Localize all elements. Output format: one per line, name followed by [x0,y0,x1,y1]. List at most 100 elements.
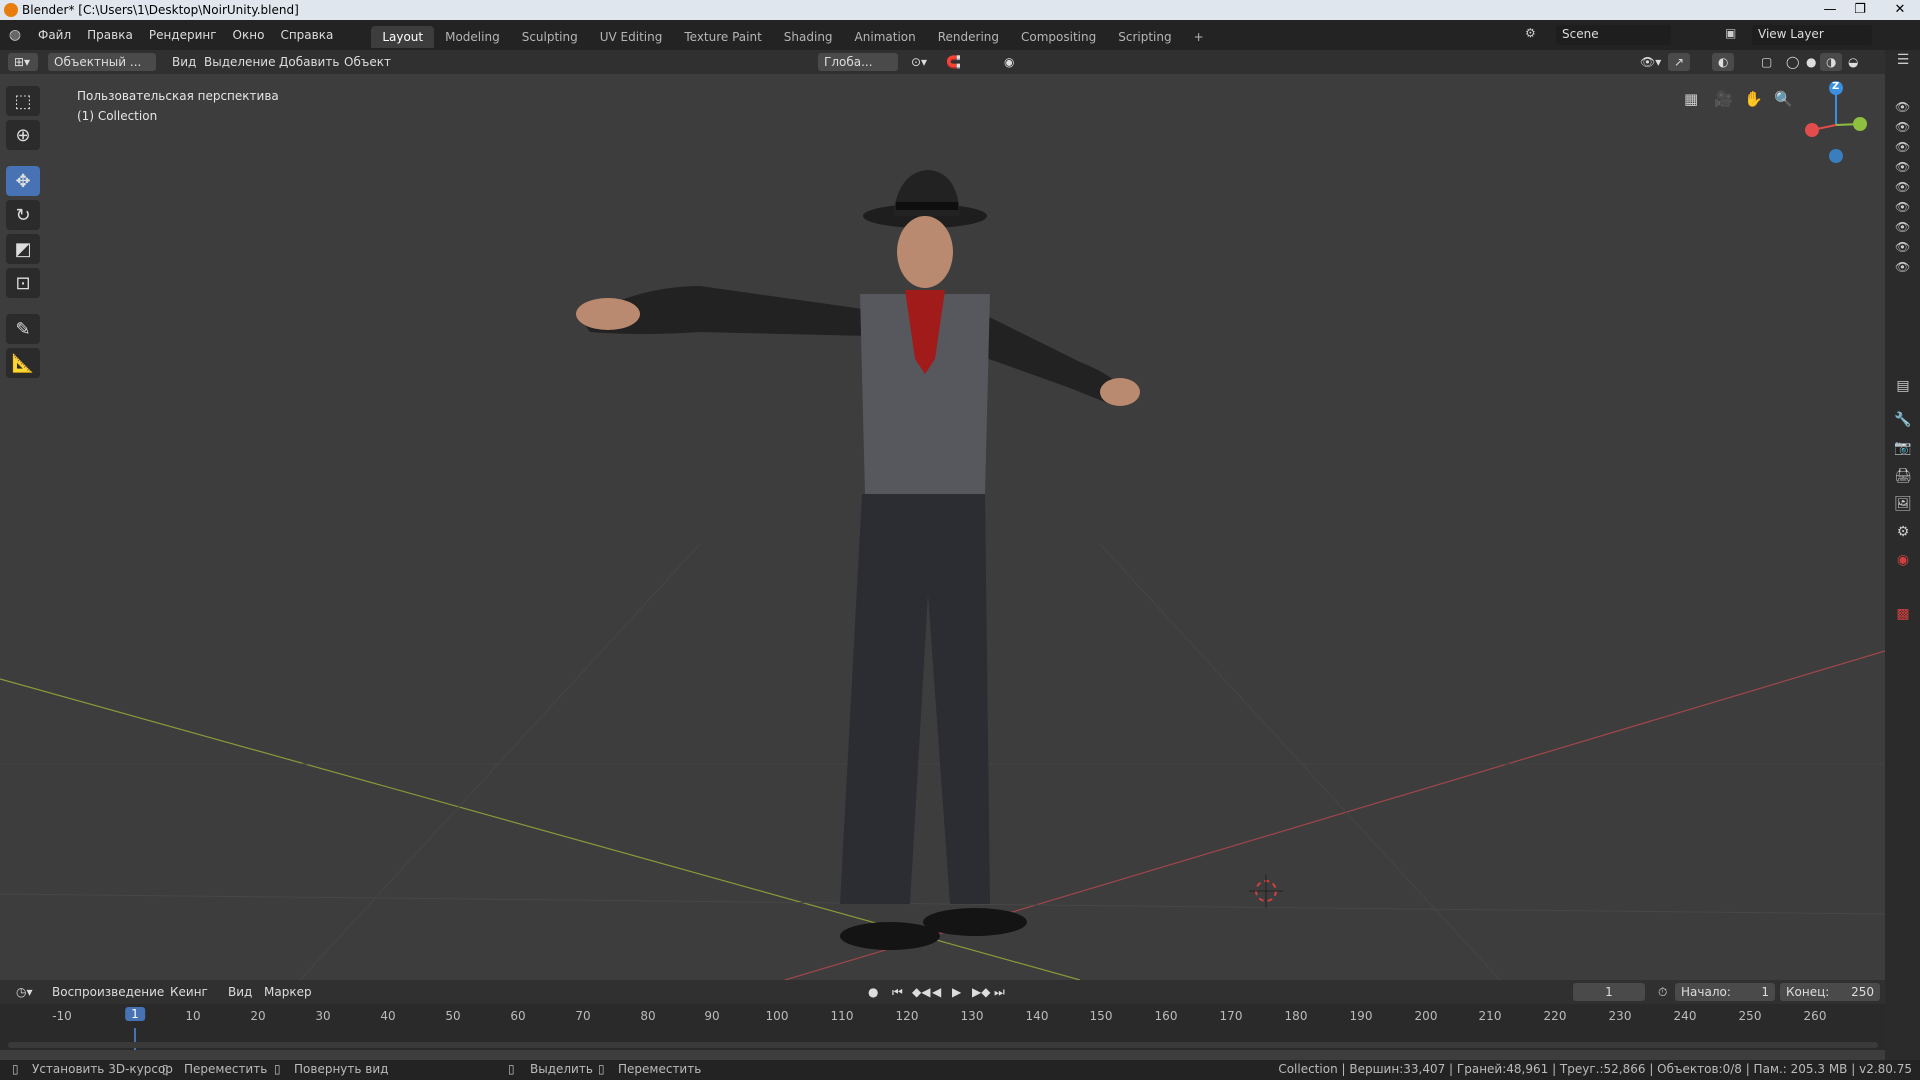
tab-scripting[interactable]: Scripting [1107,26,1182,48]
current-frame-field[interactable]: 1 [1573,983,1645,1001]
3d-viewport[interactable]: Z ▦ 🎥 ✋ 🔍 [0,74,1885,980]
annotate-tool-icon[interactable]: ✎ [6,314,40,344]
frame-tick: 130 [960,1009,984,1023]
mode-selector[interactable]: Объектный ... [48,53,156,71]
current-frame-indicator[interactable]: 1 [125,1007,145,1021]
tab-uv-editing[interactable]: UV Editing [589,26,674,48]
frame-tick: 50 [445,1009,461,1023]
menu-file[interactable]: Файл [30,28,79,42]
visibility-eye-icon[interactable]: 👁 [1895,200,1910,214]
frame-tick: 70 [575,1009,591,1023]
menu-playback[interactable]: Воспроизведение [46,983,170,1001]
scene-properties-icon[interactable]: ⚙ [1893,524,1913,544]
menu-timeline-view[interactable]: Вид [222,983,258,1001]
tool-settings-icon[interactable]: 🔧 [1893,412,1913,432]
material-shading-icon[interactable]: ◑ [1820,53,1843,71]
scene-selector[interactable]: Scene [1556,25,1671,45]
gizmo-toggle-icon[interactable]: ↗ [1668,53,1691,71]
measure-tool-icon[interactable]: 📐 [6,348,40,378]
zoom-view-icon[interactable]: 🔍 [1774,90,1793,108]
pivot-icon[interactable]: ⊙▾ [905,53,933,71]
start-value: 1 [1761,985,1769,999]
blender-menu-icon[interactable]: ◍ [0,27,30,43]
visibility-eye-icon[interactable]: 👁 [1895,160,1910,174]
close-button[interactable]: ✕ [1880,0,1920,20]
transform-tool-icon[interactable]: ⊡ [6,268,40,298]
visibility-eye-icon[interactable]: 👁 [1895,140,1910,154]
overlays-toggle-icon[interactable]: ◐ [1712,53,1735,71]
snap-icon[interactable]: 🧲 [940,53,967,71]
visibility-eye-icon[interactable]: 👁 [1895,120,1910,134]
visibility-eye-icon[interactable]: 👁 [1895,180,1910,194]
editor-type-button[interactable]: ⊞▾ [8,53,38,71]
menu-add[interactable]: Добавить [273,53,345,71]
menu-keying[interactable]: Кеинг [164,983,214,1001]
menu-view[interactable]: Вид [166,53,202,71]
tab-shading[interactable]: Shading [773,26,844,48]
visibility-eye-icon[interactable]: 👁 [1895,260,1910,274]
transform-orientation-selector[interactable]: Глоба... [818,53,898,71]
visibility-eye-icon[interactable]: 👁 [1895,220,1910,234]
add-workspace-button[interactable]: + [1183,26,1215,48]
maximize-button[interactable]: ❐ [1845,0,1875,20]
minimize-button[interactable]: — [1815,0,1845,20]
rendered-shading-icon[interactable]: ◒ [1842,53,1864,71]
character-model [576,170,1140,950]
play-reverse-icon[interactable]: ◀ [926,983,947,1001]
camera-view-icon[interactable]: 🎥 [1714,90,1733,108]
jump-end-icon[interactable]: ⏭ [988,983,1011,1001]
tab-texture-paint[interactable]: Texture Paint [673,26,772,48]
view-layer-properties-icon[interactable]: 🖼 [1893,496,1913,516]
scene-statistics: Collection | Вершин:33,407 | Граней:48,9… [1278,1062,1912,1076]
pan-view-icon[interactable]: ✋ [1744,90,1763,108]
timeline-scrollbar[interactable] [8,1042,1878,1048]
texture-properties-icon[interactable]: ▩ [1893,606,1913,626]
cursor-tool-icon[interactable]: ⊕ [6,120,40,150]
menu-render[interactable]: Рендеринг [141,28,225,42]
visibility-eye-icon[interactable]: 👁 [1895,100,1910,114]
tab-modeling[interactable]: Modeling [434,26,511,48]
tab-rendering[interactable]: Rendering [927,26,1010,48]
menu-edit[interactable]: Правка [79,28,141,42]
navigation-gizmo [1805,81,1867,163]
select-box-tool-icon[interactable]: ⬚ [6,86,40,116]
move-tool-icon[interactable]: ✥ [6,166,40,196]
mode-label: Объектный ... [54,55,142,69]
xray-toggle-icon[interactable]: ▢ [1755,53,1778,71]
timer-icon[interactable]: ⏱ [1652,983,1673,1001]
scene-icon: ⚙ [1525,26,1536,40]
frame-tick: 240 [1673,1009,1697,1023]
visibility-eye-icon[interactable]: 👁 [1895,240,1910,254]
rotate-tool-icon[interactable]: ↻ [6,200,40,230]
mouse-drag-icon: ▯ [598,1062,605,1076]
timeline-editor-type-icon[interactable]: ◷▾ [10,983,39,1001]
record-button-icon[interactable]: ● [862,983,884,1001]
output-properties-icon[interactable]: 🖨 [1893,468,1913,488]
view-layer-selector[interactable]: View Layer [1752,25,1872,45]
menu-marker[interactable]: Маркер [258,983,318,1001]
menu-select[interactable]: Выделение [198,53,281,71]
timeline-area[interactable] [0,1028,1885,1050]
tab-compositing[interactable]: Compositing [1010,26,1107,48]
tab-sculpting[interactable]: Sculpting [511,26,589,48]
toggle-view-grid-icon[interactable]: ▦ [1684,90,1698,108]
collection-label: (1) Collection [77,109,158,123]
render-properties-icon[interactable]: 📷 [1893,440,1913,460]
scale-tool-icon[interactable]: ◩ [6,234,40,264]
outliner-editor-icon[interactable]: ☰ [1893,52,1913,72]
frame-tick: 80 [640,1009,656,1023]
properties-editor-icon[interactable]: ▤ [1893,378,1913,398]
start-frame-field[interactable]: Начало: 1 [1675,983,1775,1001]
proportional-edit-icon[interactable]: ◉ [998,53,1020,71]
timeline-ruler[interactable]: -10 1 10 20 30 40 50 60 70 80 90 100 110… [0,1004,1885,1028]
menu-object[interactable]: Объект [338,53,397,71]
menu-window[interactable]: Окно [225,28,273,42]
frame-tick: 10 [185,1009,201,1023]
menu-help[interactable]: Справка [272,28,341,42]
tab-layout[interactable]: Layout [371,26,435,48]
visibility-icon[interactable]: 👁▾ [1634,53,1667,71]
play-icon[interactable]: ▶ [946,983,967,1001]
tab-animation[interactable]: Animation [844,26,927,48]
end-frame-field[interactable]: Конец: 250 [1780,983,1880,1001]
world-properties-icon[interactable]: ◉ [1893,552,1913,572]
